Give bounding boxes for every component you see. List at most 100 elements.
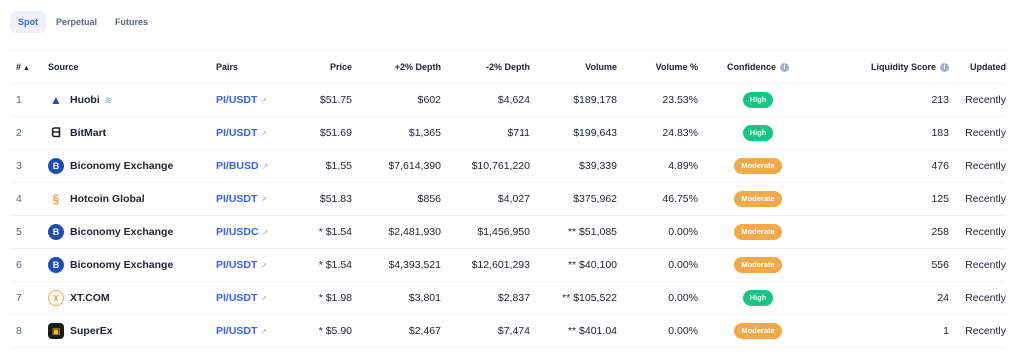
liquidity-score: 213 — [818, 83, 949, 117]
pair-link[interactable]: PI/USDC — [216, 226, 259, 238]
header-price[interactable]: Price — [294, 50, 352, 84]
liquidity-score: 258 — [818, 215, 949, 249]
header-plus-depth[interactable]: +2% Depth — [352, 50, 441, 84]
confidence-badge: High — [742, 125, 774, 141]
header-liquidity-score[interactable]: Liquidity Score i — [818, 50, 949, 84]
updated: Recently — [949, 248, 1006, 282]
volume: ** $401.04 — [530, 314, 617, 348]
exchange-name[interactable]: Biconomy Exchange — [70, 259, 173, 271]
xt-logo-icon: X — [48, 290, 64, 306]
table-row[interactable]: 6 B Biconomy Exchange PI/USDT ↗ * $1.54 $4… — [10, 248, 1006, 282]
volume: $189,178 — [530, 83, 617, 117]
header-index[interactable]: # ▲ — [10, 50, 48, 84]
volume: $39,339 — [530, 149, 617, 183]
header-confidence[interactable]: Confidence i — [698, 50, 818, 84]
liquidity-score: 556 — [818, 248, 949, 282]
sort-up-triangle-icon: ▲ — [23, 65, 30, 72]
biconomy-logo-icon: B — [48, 158, 64, 174]
tab-perpetual[interactable]: Perpetual — [48, 11, 105, 33]
volume-pct: 4.89% — [617, 149, 698, 183]
pair-link[interactable]: PI/USDT — [216, 193, 257, 205]
volume-pct: 24.83% — [617, 116, 698, 150]
header-volume[interactable]: Volume — [530, 50, 617, 84]
tab-spot[interactable]: Spot — [10, 11, 46, 33]
updated: Recently — [949, 83, 1006, 117]
pair-link[interactable]: PI/BUSD — [216, 160, 259, 172]
liquidity-score: 183 — [818, 116, 949, 150]
external-link-icon[interactable]: ↗ — [262, 228, 269, 237]
price: * $1.98 — [294, 281, 352, 315]
bitmart-logo-icon: ᗺ — [51, 125, 61, 140]
table-row[interactable]: 5 B Biconomy Exchange PI/USDC ↗ * $1.54 $2… — [10, 215, 1006, 249]
minus-depth: $12,601,293 — [441, 248, 530, 282]
table-row[interactable]: 4 § Hotcoin Global PI/USDT ↗ $51.83 $856 $… — [10, 182, 1006, 216]
volume: ** $51,085 — [530, 215, 617, 249]
liquidity-score: 476 — [818, 149, 949, 183]
price: $51.75 — [294, 83, 352, 117]
confidence-badge: Moderate — [734, 257, 782, 273]
volume: $199,643 — [530, 116, 617, 150]
volume: $375,962 — [530, 182, 617, 216]
external-link-icon[interactable]: ↗ — [260, 129, 267, 138]
volume-pct: 0.00% — [617, 281, 698, 315]
table-row[interactable]: 2 ᗺ BitMart PI/USDT ↗ $51.69 $1,365 $711 $… — [10, 116, 1006, 150]
external-link-icon[interactable]: ↗ — [260, 261, 267, 270]
volume: ** $105,522 — [530, 281, 617, 315]
plus-depth: $4,393,521 — [352, 248, 441, 282]
row-index: 3 — [10, 149, 48, 183]
confidence-badge: Moderate — [734, 224, 782, 240]
volume-pct: 0.00% — [617, 248, 698, 282]
exchange-name[interactable]: Biconomy Exchange — [70, 160, 173, 172]
external-link-icon[interactable]: ↗ — [260, 327, 267, 336]
liquidity-score: 24 — [818, 281, 949, 315]
plus-depth: $2,481,930 — [352, 215, 441, 249]
header-pairs[interactable]: Pairs — [216, 50, 294, 84]
external-link-icon[interactable]: ↗ — [262, 162, 269, 171]
row-index: 5 — [10, 215, 48, 249]
header-volume-pct[interactable]: Volume % — [617, 50, 698, 84]
exchange-name[interactable]: Huobi — [70, 94, 100, 106]
pair-link[interactable]: PI/USDT — [216, 127, 257, 139]
plus-depth: $1,365 — [352, 116, 441, 150]
info-circle-icon[interactable]: i — [940, 63, 949, 73]
exchange-name[interactable]: Hotcoin Global — [70, 193, 145, 205]
price: * $5.90 — [294, 314, 352, 348]
price: $51.69 — [294, 116, 352, 150]
table-row[interactable]: 1 ▲ Huobi ≋ PI/USDT ↗ $51.75 $602 $4,624 $1… — [10, 83, 1006, 117]
price: $51.83 — [294, 182, 352, 216]
volume-pct: 46.75% — [617, 182, 698, 216]
confidence-badge: High — [742, 290, 774, 306]
confidence-badge: Moderate — [734, 323, 782, 339]
minus-depth: $1,456,950 — [441, 215, 530, 249]
header-minus-depth[interactable]: -2% Depth — [441, 50, 530, 84]
pair-link[interactable]: PI/USDT — [216, 292, 257, 304]
exchange-name[interactable]: BitMart — [70, 127, 106, 139]
table-row[interactable]: 3 B Biconomy Exchange PI/BUSD ↗ $1.55 $7,6… — [10, 149, 1006, 183]
liquidity-score: 125 — [818, 182, 949, 216]
external-link-icon[interactable]: ↗ — [260, 294, 267, 303]
exchange-name[interactable]: XT.COM — [70, 292, 110, 304]
pair-link[interactable]: PI/USDT — [216, 259, 257, 271]
row-index: 4 — [10, 182, 48, 216]
minus-depth: $7,474 — [441, 314, 530, 348]
biconomy-logo-icon: B — [48, 224, 64, 240]
external-link-icon[interactable]: ↗ — [260, 96, 267, 105]
header-source[interactable]: Source — [48, 50, 216, 84]
header-updated[interactable]: Updated — [949, 50, 1006, 84]
table-row[interactable]: 7 X XT.COM PI/USDT ↗ * $1.98 $3,801 $2,837… — [10, 281, 1006, 315]
hotcoin-logo-icon: § — [52, 192, 60, 206]
confidence-badge: Moderate — [734, 158, 782, 174]
huobi-logo-icon: ▲ — [50, 93, 62, 107]
table-row[interactable]: 8 ▣ SuperEx PI/USDT ↗ * $5.90 $2,467 $7,47… — [10, 314, 1006, 348]
price: * $1.54 — [294, 215, 352, 249]
exchange-name[interactable]: SuperEx — [70, 325, 113, 337]
updated: Recently — [949, 182, 1006, 216]
pair-link[interactable]: PI/USDT — [216, 94, 257, 106]
tab-futures[interactable]: Futures — [107, 11, 156, 33]
exchange-name[interactable]: Biconomy Exchange — [70, 226, 173, 238]
pair-link[interactable]: PI/USDT — [216, 325, 257, 337]
minus-depth: $711 — [441, 116, 530, 150]
market-type-tabs: Spot Perpetual Futures — [10, 11, 158, 33]
info-circle-icon[interactable]: i — [780, 63, 789, 73]
external-link-icon[interactable]: ↗ — [260, 195, 267, 204]
